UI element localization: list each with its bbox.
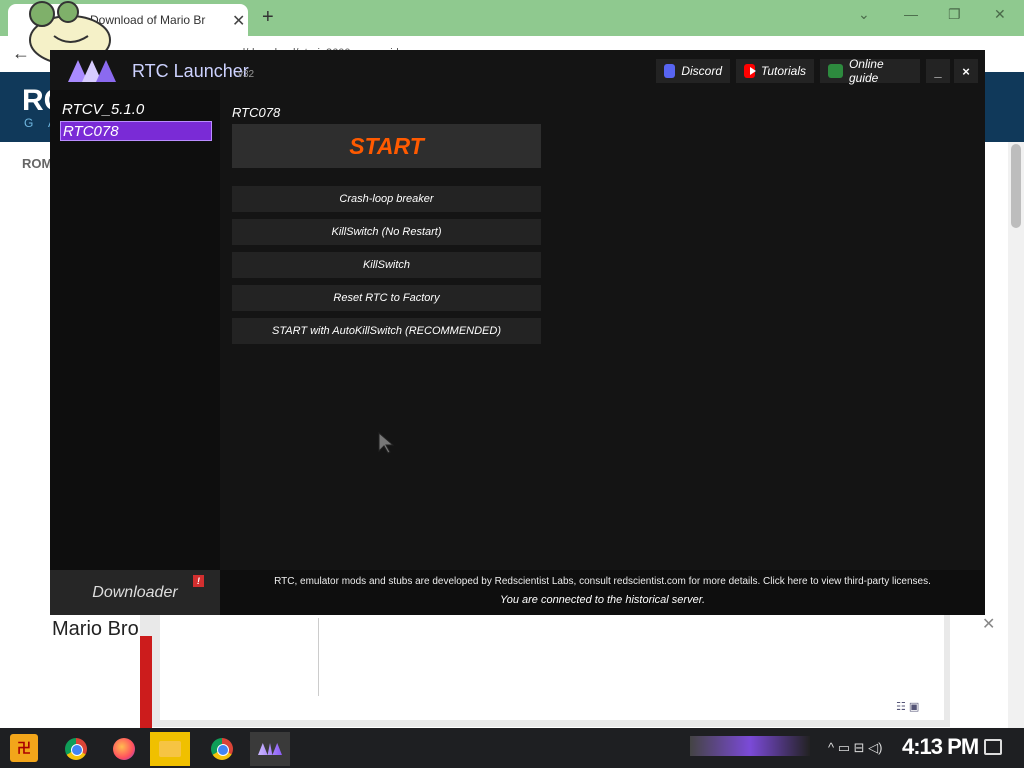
rtc-launcher-window: RTC Launcher v32 Discord Tutorials Onlin… bbox=[50, 50, 985, 615]
discord-icon bbox=[664, 64, 676, 78]
chrome-icon bbox=[65, 738, 87, 760]
tutorials-button[interactable]: Tutorials bbox=[736, 59, 814, 83]
discord-button[interactable]: Discord bbox=[656, 59, 730, 83]
browser-restore-button[interactable]: ❐ bbox=[948, 6, 961, 23]
ad-close-icon[interactable]: ✕ bbox=[982, 614, 995, 634]
browser-close-button[interactable]: ✕ bbox=[994, 6, 1006, 23]
browser-minimize-button[interactable]: — bbox=[904, 6, 918, 22]
reset-factory-button[interactable]: Reset RTC to Factory bbox=[232, 285, 541, 311]
page-scrollbar-thumb[interactable] bbox=[1011, 144, 1021, 228]
taskbar-chrome-profile-button[interactable] bbox=[56, 732, 96, 766]
ad-divider bbox=[318, 618, 319, 696]
page-scrollbar[interactable] bbox=[1008, 142, 1024, 728]
server-status-text: You are connected to the historical serv… bbox=[499, 594, 706, 606]
killswitch-button[interactable]: KillSwitch bbox=[232, 252, 541, 278]
taskbar-rtc-launcher-button[interactable] bbox=[250, 732, 290, 766]
notification-icon[interactable] bbox=[984, 739, 1002, 755]
firefox-icon bbox=[113, 738, 135, 760]
version-item-rtcv-5-1-0[interactable]: RTCV_5.1.0 bbox=[60, 100, 212, 120]
page-heading: Mario Bro bbox=[52, 618, 139, 640]
taskbar-decoration bbox=[690, 736, 810, 756]
guide-icon bbox=[828, 64, 843, 78]
downloader-button[interactable]: Downloader ! bbox=[50, 570, 220, 615]
online-guide-button[interactable]: Online guide bbox=[820, 57, 920, 85]
launcher-footer: Downloader ! RTC, emulator mods and stub… bbox=[50, 570, 985, 615]
tab-close-icon[interactable]: ✕ bbox=[232, 11, 245, 31]
chrome-icon bbox=[211, 738, 233, 760]
browser-tabstrip: Download of Mario Br ✕ + ⌄ — ❐ ✕ bbox=[0, 0, 1024, 36]
discord-label: Discord bbox=[681, 64, 722, 78]
version-item-rtc078[interactable]: RTC078 bbox=[60, 121, 212, 141]
ad-red-stripe bbox=[140, 636, 152, 728]
youtube-icon bbox=[744, 64, 756, 78]
mouse-cursor-icon bbox=[378, 432, 394, 454]
tab-search-icon[interactable]: ⌄ bbox=[858, 6, 870, 23]
folder-icon bbox=[159, 741, 181, 757]
downloader-alert-badge: ! bbox=[193, 575, 204, 587]
start-menu-button[interactable]: 卍 bbox=[10, 734, 38, 762]
taskbar-clock[interactable]: 4:13 PM bbox=[902, 734, 979, 760]
killswitch-no-restart-button[interactable]: KillSwitch (No Restart) bbox=[232, 219, 541, 245]
version-sidebar: RTCV_5.1.0 RTC078 bbox=[50, 90, 220, 570]
launcher-title: RTC Launcher bbox=[132, 61, 249, 81]
launcher-version: v32 bbox=[238, 69, 255, 80]
downloader-label: Downloader bbox=[92, 583, 178, 601]
rtc-logo-icon bbox=[68, 60, 116, 82]
launcher-minimize-button[interactable]: _ bbox=[926, 59, 950, 83]
taskbar-firefox-button[interactable] bbox=[104, 732, 144, 766]
system-tray-icons[interactable]: ^ ▭ ⊟ ◁) bbox=[828, 740, 882, 756]
tutorials-label: Tutorials bbox=[760, 64, 806, 78]
launcher-close-button[interactable]: × bbox=[954, 59, 978, 83]
ad-content[interactable] bbox=[160, 615, 944, 720]
start-button[interactable]: START bbox=[232, 124, 541, 168]
new-tab-button[interactable]: + bbox=[262, 6, 274, 29]
rom-nav-link[interactable]: ROM bbox=[22, 156, 52, 171]
current-version-label: RTC078 bbox=[232, 105, 281, 120]
taskbar-chrome-button[interactable] bbox=[202, 732, 242, 766]
start-autokillswitch-button[interactable]: START with AutoKillSwitch (RECOMMENDED) bbox=[232, 318, 541, 344]
crash-loop-breaker-button[interactable]: Crash-loop breaker bbox=[232, 186, 541, 212]
launcher-titlebar[interactable]: RTC Launcher v32 Discord Tutorials Onlin… bbox=[50, 50, 985, 90]
credits-text[interactable]: RTC, emulator mods and stubs are develop… bbox=[220, 576, 985, 587]
taskbar-file-explorer-button[interactable] bbox=[150, 732, 190, 766]
online-guide-label: Online guide bbox=[848, 57, 884, 85]
ad-info-icons[interactable]: ☷ ▣ bbox=[896, 700, 919, 713]
rtc-launcher-icon bbox=[258, 743, 282, 755]
